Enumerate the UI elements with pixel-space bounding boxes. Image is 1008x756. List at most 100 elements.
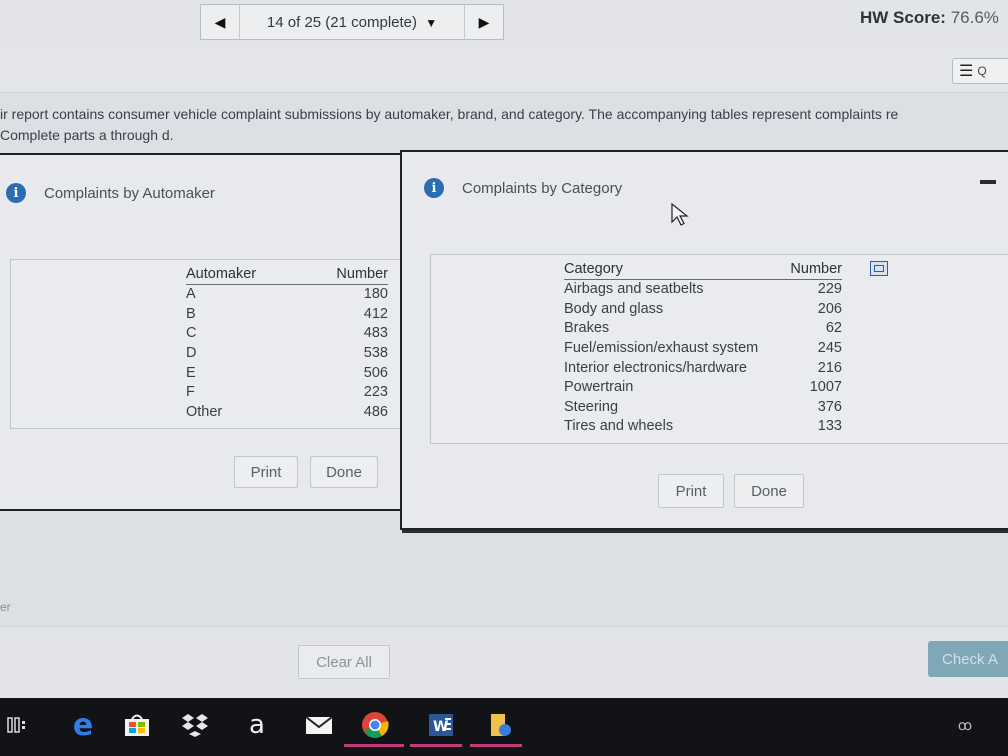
question-status-dropdown[interactable]: 14 of 25 (21 complete) ▼	[240, 14, 464, 31]
number-cell: 229	[817, 281, 842, 298]
number-cell: 180	[363, 286, 388, 303]
automaker-cell: B	[186, 305, 196, 322]
word-icon[interactable]: W	[424, 708, 458, 742]
category-cell: Powertrain	[564, 379, 634, 396]
table-header-row: Automaker Number	[186, 265, 388, 285]
check-answer-button[interactable]: Check A	[928, 641, 1008, 677]
chrome-icon[interactable]	[358, 708, 392, 742]
minimize-button[interactable]	[980, 180, 996, 184]
category-cell: Brakes	[564, 320, 610, 337]
number-cell: 538	[363, 345, 388, 362]
number-cell: 1007	[809, 379, 842, 396]
edge-icon[interactable]: e	[66, 708, 100, 743]
print-button[interactable]: Print	[234, 456, 298, 488]
column-header-category: Category	[564, 260, 784, 280]
number-cell: 412	[363, 305, 388, 322]
automaker-cell: Other	[186, 403, 223, 420]
table-row: Fuel/emission/exhaust system 245	[564, 339, 842, 359]
table-row: Steering 376	[564, 398, 842, 418]
print-button[interactable]: Print	[658, 474, 724, 508]
column-header-automaker: Automaker	[186, 265, 303, 285]
table-row: Brakes 62	[564, 319, 842, 339]
store-icon[interactable]	[120, 708, 154, 742]
expand-table-icon[interactable]	[870, 261, 888, 276]
number-cell: 486	[363, 403, 388, 420]
automaker-cell: D	[186, 345, 197, 362]
table-row: C 483	[186, 324, 388, 344]
category-cell: Airbags and seatbelts	[564, 281, 704, 298]
number-cell: 133	[817, 418, 842, 435]
info-icon: i	[424, 178, 444, 198]
prompt-line-1: ir report contains consumer vehicle comp…	[0, 106, 899, 122]
active-app-indicator	[344, 744, 404, 747]
hw-score-value: 76.6%	[950, 8, 999, 27]
info-icon: i	[6, 183, 26, 203]
dropbox-icon[interactable]	[178, 708, 212, 742]
category-dialog: i Complaints by Category Category Number…	[400, 150, 1008, 530]
automaker-dialog-title: i Complaints by Automaker	[6, 183, 215, 203]
table-row: E 506	[186, 363, 388, 383]
list-icon: ☰	[959, 63, 974, 80]
category-cell: Steering	[564, 398, 619, 415]
done-button[interactable]: Done	[734, 474, 804, 508]
triangle-left-icon: ◀	[214, 13, 226, 30]
category-cell: Fuel/emission/exhaust system	[564, 340, 759, 357]
clear-all-button[interactable]: Clear All	[298, 645, 390, 679]
category-cell: Body and glass	[564, 300, 664, 317]
number-cell: 245	[817, 340, 842, 357]
done-button[interactable]: Done	[310, 456, 378, 488]
svg-text:W: W	[433, 719, 448, 735]
table-row: Interior electronics/hardware 216	[564, 358, 842, 378]
column-header-number: Number	[302, 265, 388, 285]
previous-question-button[interactable]: ◀	[201, 5, 240, 39]
table-row: Airbags and seatbelts 229	[564, 280, 842, 300]
table-row: F 223	[186, 383, 388, 403]
automaker-cell: C	[186, 325, 197, 342]
automaker-cell: A	[186, 286, 196, 303]
automaker-dialog-title-text: Complaints by Automaker	[44, 184, 215, 202]
amazon-icon[interactable]: a	[240, 708, 274, 742]
table-row: B 412	[186, 305, 388, 325]
table-row: Powertrain 1007	[564, 378, 842, 398]
mail-icon[interactable]	[302, 708, 336, 742]
question-navigator: ◀ 14 of 25 (21 complete) ▼ ▶	[200, 4, 504, 40]
category-dialog-title-text: Complaints by Category	[462, 179, 623, 197]
automaker-cell: E	[186, 364, 196, 381]
category-dialog-title: i Complaints by Category	[424, 178, 622, 198]
table-row: Body and glass 206	[564, 300, 842, 320]
top-navigation-bar	[0, 0, 1008, 51]
number-cell: 376	[817, 398, 842, 415]
category-table: Category Number Airbags and seatbelts 229…	[564, 260, 842, 437]
triangle-right-icon: ▶	[478, 13, 490, 30]
number-cell: 506	[363, 364, 388, 381]
task-view-icon[interactable]	[0, 708, 34, 742]
number-cell: 223	[363, 384, 388, 401]
hw-score: HW Score: 76.6%	[860, 8, 999, 28]
hw-score-label: HW Score:	[860, 8, 946, 27]
active-app-indicator	[470, 744, 522, 747]
column-header-number: Number	[783, 260, 842, 280]
table-row: D 538	[186, 344, 388, 364]
question-list-button[interactable]: ☰ Q	[952, 58, 1008, 84]
question-prompt: ir report contains consumer vehicle comp…	[0, 104, 1008, 146]
active-app-indicator	[410, 744, 462, 747]
next-question-button[interactable]: ▶	[464, 5, 503, 39]
category-cell: Tires and wheels	[564, 418, 674, 435]
category-cell: Interior electronics/hardware	[564, 359, 747, 376]
automaker-dialog: i Complaints by Automaker Automaker Numb…	[0, 153, 432, 511]
table-row: Tires and wheels 133	[564, 417, 842, 437]
mouse-cursor-icon	[671, 202, 689, 226]
automaker-cell: F	[186, 384, 195, 401]
table-row: Other 486	[186, 403, 388, 423]
people-icon[interactable]: ꝏ	[948, 708, 982, 742]
number-cell: 206	[817, 300, 842, 317]
number-cell: 216	[817, 359, 842, 376]
footer-band	[0, 626, 1008, 699]
prompt-line-2: Complete parts a through d.	[0, 127, 174, 143]
toolbar	[0, 50, 1008, 93]
automaker-table: Automaker Number A 180 B 412 C 483 D 538 E 50…	[186, 265, 388, 422]
table-header-row: Category Number	[564, 260, 842, 280]
number-cell: 62	[825, 320, 842, 337]
file-explorer-icon[interactable]	[484, 708, 518, 742]
question-status-text: 14 of 25 (21 complete)	[266, 13, 418, 31]
